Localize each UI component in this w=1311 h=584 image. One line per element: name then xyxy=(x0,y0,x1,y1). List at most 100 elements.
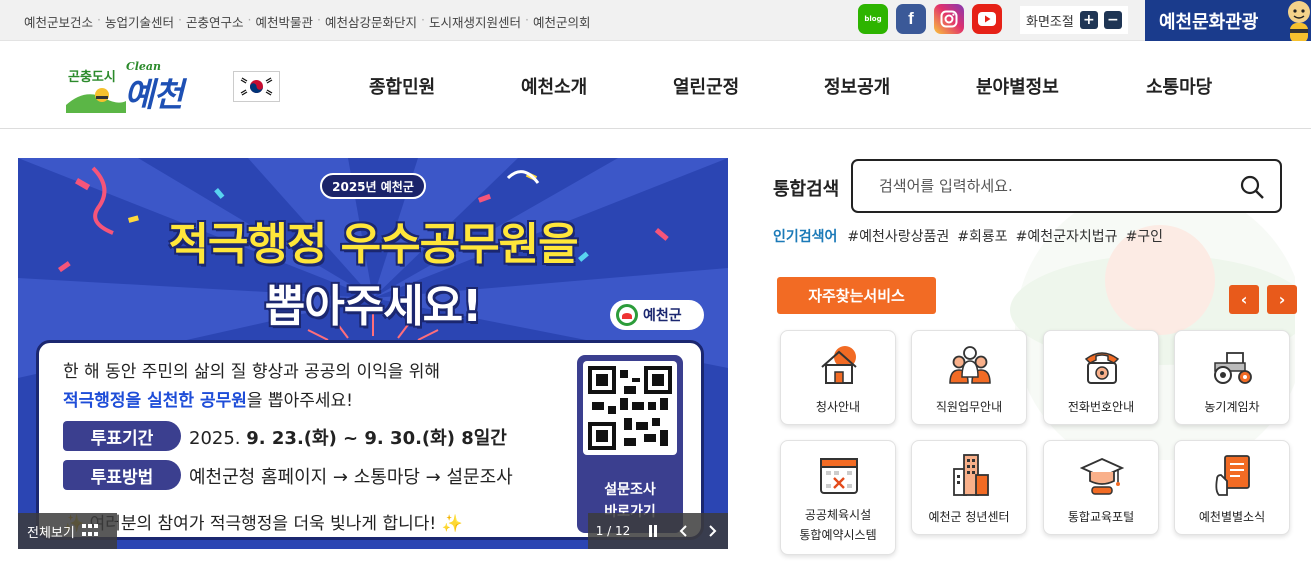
keyword-link[interactable]: #예천군자치법규 xyxy=(1016,226,1118,246)
keyword-link[interactable]: #예천사랑상품권 xyxy=(847,226,949,246)
service-staff-duties[interactable]: 직원업무안내 xyxy=(911,330,1027,425)
chevron-right-icon xyxy=(709,525,717,537)
vote-method-value: 예천군청 홈페이지 → 소통마당 → 설문조사 xyxy=(189,467,513,488)
youtube-icon[interactable] xyxy=(972,4,1002,34)
banner-text-line2-rest: 을 뽑아주세요! xyxy=(246,391,353,411)
nav-open-administration[interactable]: 열린군정 xyxy=(673,73,739,99)
instagram-icon[interactable] xyxy=(934,4,964,34)
building-icon xyxy=(821,346,857,384)
graduation-cap-icon xyxy=(1080,458,1124,495)
nav-field-information[interactable]: 분야별정보 xyxy=(976,73,1059,99)
nav-about-yecheon[interactable]: 예천소개 xyxy=(521,73,587,99)
survey-qr-link[interactable]: 설문조사 바로가기 xyxy=(577,355,683,533)
tractor-icon xyxy=(1214,352,1252,384)
separator: · xyxy=(525,12,529,27)
slide-counter: 1 / 12 xyxy=(595,524,631,538)
view-all-button[interactable]: 전체보기 xyxy=(18,513,117,549)
instagram-glyph xyxy=(940,10,958,28)
calendar-icon xyxy=(820,458,858,494)
county-emblem-icon xyxy=(616,304,638,326)
zoom-out-button[interactable]: − xyxy=(1103,11,1122,29)
service-phone-directory[interactable]: 전화번호안내 xyxy=(1043,330,1159,425)
prev-slide-button[interactable] xyxy=(668,513,698,549)
banner-text-highlight: 적극행정을 실천한 공무원 xyxy=(63,391,247,411)
service-sports-facility-booking[interactable]: 공공체육시설 통합예약시스템 xyxy=(780,440,896,555)
link-health-center[interactable]: 예천군보건소 xyxy=(24,12,93,31)
banner-text-line2: 적극행정을 실천한 공무원을 뽑아주세요! xyxy=(63,386,353,411)
service-label: 예천별별소식 xyxy=(1198,510,1266,524)
frequent-services-title: 자주찾는서비스 xyxy=(777,277,936,314)
service-label: 청사안내 xyxy=(815,400,861,414)
culture-tourism-label: 예천문화관광 xyxy=(1159,12,1259,33)
youtube-glyph xyxy=(978,12,996,26)
facebook-icon-label: f xyxy=(908,9,914,28)
facebook-icon[interactable]: f xyxy=(896,4,926,34)
yecheon-logo[interactable]: 곤충도시 Clean 예천 xyxy=(66,60,211,115)
utility-bar: 예천군보건소 · 농업기술센터 · 곤충연구소 · 예천박물관 · 예천삼강문화단지 · … xyxy=(0,0,1311,41)
keyword-link[interactable]: #회룡포 xyxy=(957,226,1007,246)
main-banner-slider[interactable]: 2025년 예천군 적극행정 우수공무원을 뽑아주세요! 예천군 한 해 동안 … xyxy=(18,158,728,549)
service-label: 통합교육포털 xyxy=(1067,510,1135,524)
keyword-link[interactable]: #구인 xyxy=(1126,226,1164,246)
service-yecheon-news[interactable]: 예천별별소식 xyxy=(1174,440,1290,535)
zoom-label: 화면조절 xyxy=(1026,14,1074,30)
service-farm-machinery-rental[interactable]: 농기계임차 xyxy=(1174,330,1290,425)
search-box xyxy=(851,159,1282,213)
zoom-control: 화면조절 + − xyxy=(1020,6,1128,34)
popular-keywords: 인기검색어 #예천사랑상품권 #회룡포 #예천군자치법규 #구인 xyxy=(773,226,1171,246)
grid-icon xyxy=(81,524,98,538)
site-header: 곤충도시 Clean 예천 종합민원 예천소개 열린군정 정보공개 분야별정보 … xyxy=(0,41,1311,129)
link-county-council[interactable]: 예천군의회 xyxy=(533,12,591,31)
banner-closing-text: ✨ 여러분의 참여가 적극행정을 더욱 빛나게 합니다! ✨ xyxy=(63,514,463,534)
zoom-in-button[interactable]: + xyxy=(1079,11,1098,29)
taegukgi-flag-icon xyxy=(233,71,280,102)
qr-code-icon xyxy=(583,361,677,455)
service-label: 예천군 청년센터 xyxy=(928,510,1010,524)
nav-civil-service[interactable]: 종합민원 xyxy=(369,73,435,99)
blog-icon[interactable]: blog xyxy=(858,4,888,34)
services-prev-button[interactable]: ‹ xyxy=(1229,285,1259,314)
service-youth-center[interactable]: 예천군 청년센터 xyxy=(911,440,1027,535)
nav-communication[interactable]: 소통마당 xyxy=(1146,73,1212,99)
nav-information-disclosure[interactable]: 정보공개 xyxy=(824,73,890,99)
link-urban-regeneration[interactable]: 도시재생지원센터 xyxy=(429,12,521,31)
news-icon xyxy=(1215,455,1250,496)
culture-tourism-link[interactable]: 예천문화관광 xyxy=(1145,0,1311,41)
separator: · xyxy=(97,12,101,27)
county-badge-label: 예천군 xyxy=(643,308,682,324)
logo-wordmark: 예천 xyxy=(124,75,184,114)
link-agri-center[interactable]: 농업기술센터 xyxy=(105,12,174,31)
vote-period-prefix: 2025. xyxy=(189,428,241,449)
banner-text-line1: 한 해 동안 주민의 삶의 질 향상과 공공의 이익을 위해 xyxy=(63,362,441,382)
banner-headline: 적극행정 우수공무원을 xyxy=(168,219,578,270)
pause-button[interactable] xyxy=(638,513,668,549)
vote-period-value: 2025. 9. 23.(화) ~ 9. 30.(화) 8일간 xyxy=(189,424,507,450)
service-education-portal[interactable]: 통합교육포털 xyxy=(1043,440,1159,535)
link-insect-institute[interactable]: 곤충연구소 xyxy=(186,12,244,31)
telephone-icon xyxy=(1084,352,1120,384)
slider-controls: 1 / 12 xyxy=(588,513,728,549)
mascot-icon xyxy=(1288,1,1310,41)
search-label: 통합검색 xyxy=(773,179,840,200)
related-sites-links: 예천군보건소 · 농업기술센터 · 곤충연구소 · 예천박물관 · 예천삼강문화단지 · … xyxy=(24,12,591,31)
link-samgang-culture[interactable]: 예천삼강문화단지 xyxy=(325,12,417,31)
services-next-button[interactable]: › xyxy=(1267,285,1297,314)
chevron-right-icon: › xyxy=(1278,290,1286,309)
vote-period-tag: 투표기간 xyxy=(63,421,181,451)
chevron-left-icon xyxy=(679,525,687,537)
next-slide-button[interactable] xyxy=(698,513,728,549)
search-icon[interactable] xyxy=(1238,173,1266,201)
tower-icon xyxy=(953,454,989,496)
survey-link-line1: 설문조사 xyxy=(604,482,656,498)
popular-keywords-label: 인기검색어 xyxy=(773,229,838,245)
service-building-info[interactable]: 청사안내 xyxy=(780,330,896,425)
banner-info-card: 한 해 동안 주민의 삶의 질 향상과 공공의 이익을 위해 적극행정을 실천한… xyxy=(36,340,704,540)
service-label: 공공체육시설 통합예약시스템 xyxy=(799,508,877,542)
separator: · xyxy=(247,12,252,27)
view-all-label: 전체보기 xyxy=(27,525,75,541)
logo-tagline: 곤충도시 xyxy=(68,70,116,85)
vote-period-dates: 9. 23.(화) ~ 9. 30.(화) 8일간 xyxy=(246,428,507,449)
search-input[interactable] xyxy=(879,174,1219,198)
link-museum[interactable]: 예천박물관 xyxy=(256,12,314,31)
vote-method-tag: 투표방법 xyxy=(63,460,181,490)
